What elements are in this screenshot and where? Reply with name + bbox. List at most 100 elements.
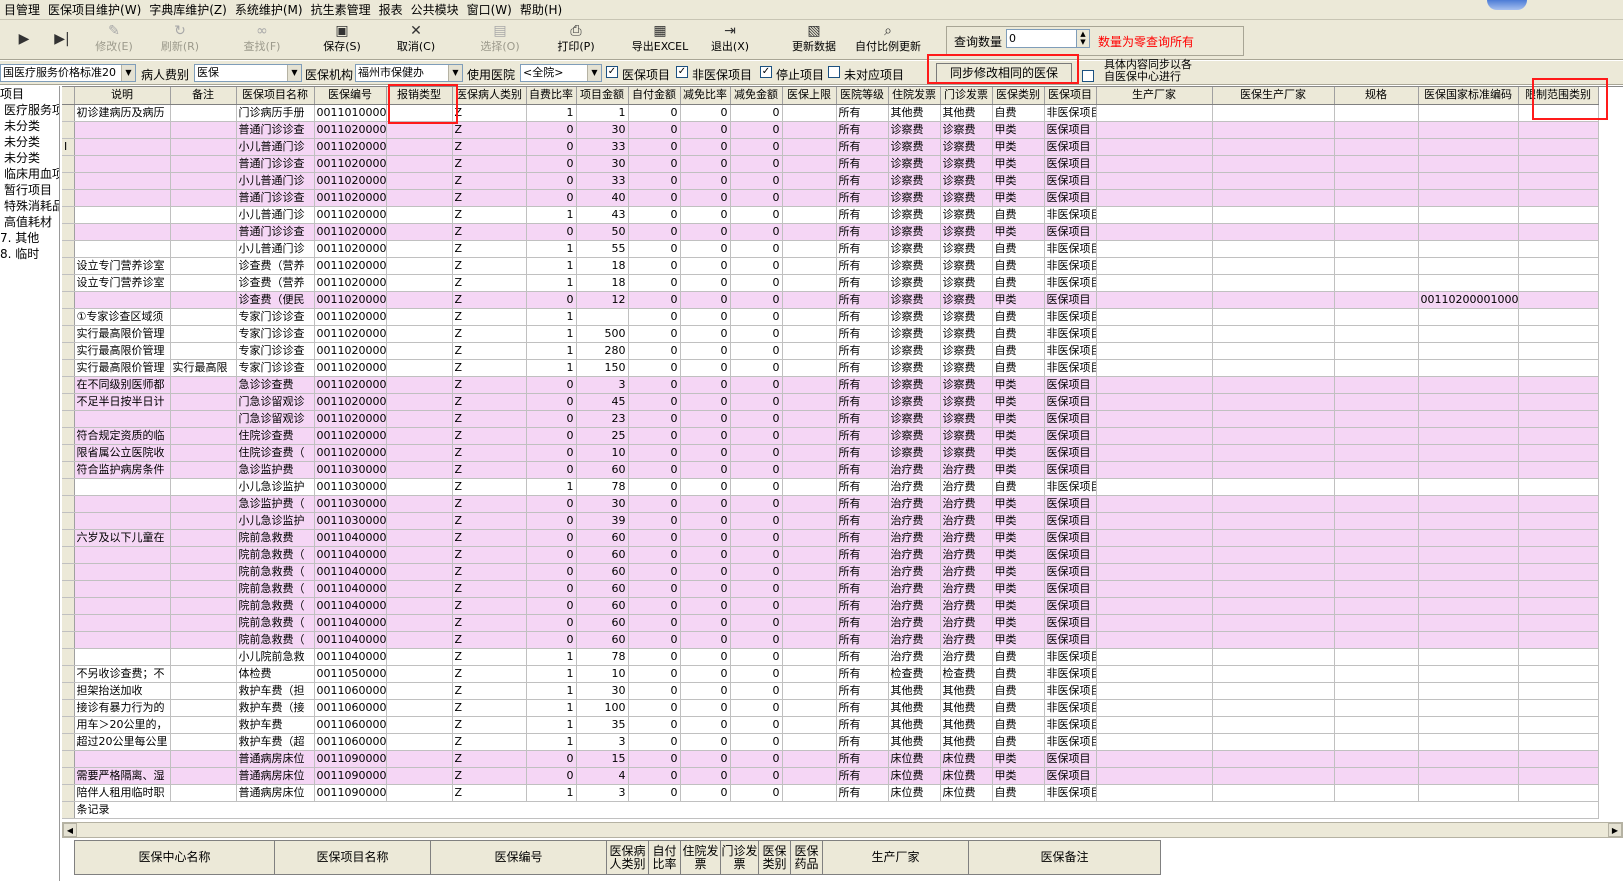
table-row[interactable]: 诊查费（便民001102000010Z012000所有诊察费诊察费甲类医保项目0… [62,291,1599,309]
table-row[interactable]: 急诊监护费（001103000010Z030000所有治疗费治疗费甲类医保项目 [62,495,1599,513]
table-cell[interactable]: 0 [680,614,731,632]
table-cell[interactable]: Z [452,512,527,530]
table-cell[interactable]: 0 [628,240,681,258]
table-cell[interactable] [1334,257,1419,275]
table-cell[interactable]: 0 [680,631,731,649]
table-cell[interactable] [782,495,837,513]
table-cell[interactable]: 001102000010 [314,138,387,156]
table-cell[interactable] [1096,121,1213,139]
table-cell[interactable] [1418,274,1519,292]
table-cell[interactable]: 在不同级别医师都 [74,376,171,394]
column-header[interactable]: 门诊发票 [940,87,993,105]
table-cell[interactable] [74,223,171,241]
table-row[interactable]: 院前急救费（001104000010Z060000所有治疗费治疗费甲类医保项目 [62,631,1599,649]
table-cell[interactable]: 所有 [836,563,889,581]
table-cell[interactable] [386,733,453,751]
table-cell[interactable] [170,512,237,530]
table-cell[interactable]: 0 [730,410,783,428]
table-cell[interactable] [386,257,453,275]
tree-node[interactable]: 特殊消耗品 [0,198,59,214]
table-cell[interactable]: 所有 [836,750,889,768]
table-cell[interactable]: 院前急救费（ [236,546,315,564]
table-cell[interactable] [170,308,237,326]
table-cell[interactable] [1518,427,1599,445]
table-cell[interactable] [1418,631,1519,649]
table-cell[interactable]: 0 [730,121,783,139]
table-cell[interactable] [1096,325,1213,343]
table-cell[interactable]: 医保项目 [1044,461,1097,479]
menu-item-2[interactable]: 字典库维护(Z) [145,0,231,18]
table-cell[interactable] [1518,155,1599,173]
table-cell[interactable] [170,240,237,258]
table-cell[interactable]: 12 [576,291,629,309]
table-cell[interactable] [170,138,237,156]
table-cell[interactable] [1418,767,1519,785]
table-cell[interactable]: 诊察费 [940,359,993,377]
table-cell[interactable]: 280 [576,342,629,360]
table-cell[interactable] [1418,733,1519,751]
table-cell[interactable] [782,206,837,224]
table-cell[interactable]: 普通门诊诊查 [236,223,315,241]
table-cell[interactable]: 非医保项目 [1044,206,1097,224]
table-cell[interactable]: 0 [628,733,681,751]
table-cell[interactable]: 30 [576,682,629,700]
table-cell[interactable]: 0 [730,529,783,547]
table-cell[interactable] [1518,308,1599,326]
table-cell[interactable]: 0 [680,580,731,598]
column-header[interactable]: 项目金额 [576,87,629,105]
table-cell[interactable]: Z [452,682,527,700]
table-cell[interactable] [1212,478,1335,496]
table-cell[interactable] [170,614,237,632]
table-cell[interactable] [170,189,237,207]
table-cell[interactable]: 诊察费 [888,223,941,241]
table-cell[interactable]: 专家门诊诊查 [236,325,315,343]
tree-node[interactable]: 医疗服务项 [0,102,59,118]
table-cell[interactable] [1418,138,1519,156]
table-cell[interactable]: 甲类 [992,172,1045,190]
table-cell[interactable]: 0 [730,478,783,496]
table-cell[interactable]: 其他费 [940,699,993,717]
table-cell[interactable]: 设立专门营养诊室 [74,257,171,275]
table-cell[interactable]: Z [452,444,527,462]
table-cell[interactable]: 诊察费 [940,393,993,411]
stopped-checkbox[interactable]: ✓ [760,66,772,78]
table-cell[interactable] [1096,716,1213,734]
detail-column-header[interactable]: 医保药品 [790,840,823,875]
row-indicator[interactable] [62,257,75,275]
table-cell[interactable]: 0 [730,274,783,292]
table-cell[interactable]: 医保项目 [1044,546,1097,564]
table-cell[interactable]: 诊察费 [940,240,993,258]
table-cell[interactable]: 0 [730,104,783,122]
tree-node[interactable]: 项目 [0,86,59,102]
table-cell[interactable]: 医保项目 [1044,597,1097,615]
table-cell[interactable] [782,189,837,207]
row-indicator[interactable] [62,733,75,751]
table-cell[interactable]: Z [452,665,527,683]
table-cell[interactable] [1518,206,1599,224]
table-cell[interactable]: 所有 [836,240,889,258]
table-cell[interactable]: 0 [680,291,731,309]
table-row[interactable]: 院前急救费（001104000010Z060000所有治疗费治疗费甲类医保项目 [62,563,1599,581]
table-cell[interactable]: 需要严格隔离、湿 [74,767,171,785]
table-cell[interactable]: 0 [628,359,681,377]
table-cell[interactable] [170,750,237,768]
column-header[interactable]: 自付金额 [628,87,681,105]
table-cell[interactable]: 0 [526,410,577,428]
table-cell[interactable] [386,155,453,173]
table-cell[interactable]: 其他费 [888,682,941,700]
table-cell[interactable] [386,291,453,309]
tree-node[interactable]: 7. 其他 [0,230,59,246]
table-cell[interactable] [170,767,237,785]
table-cell[interactable]: 1 [526,359,577,377]
table-cell[interactable] [1212,461,1335,479]
table-cell[interactable]: 医保项目 [1044,563,1097,581]
table-cell[interactable] [170,733,237,751]
table-cell[interactable]: 所有 [836,512,889,530]
table-cell[interactable] [74,121,171,139]
table-cell[interactable]: 0 [526,529,577,547]
table-cell[interactable] [74,240,171,258]
table-cell[interactable] [1096,495,1213,513]
scroll-left-icon[interactable]: ◀ [63,823,77,837]
table-cell[interactable] [1334,240,1419,258]
row-indicator[interactable] [62,172,75,190]
